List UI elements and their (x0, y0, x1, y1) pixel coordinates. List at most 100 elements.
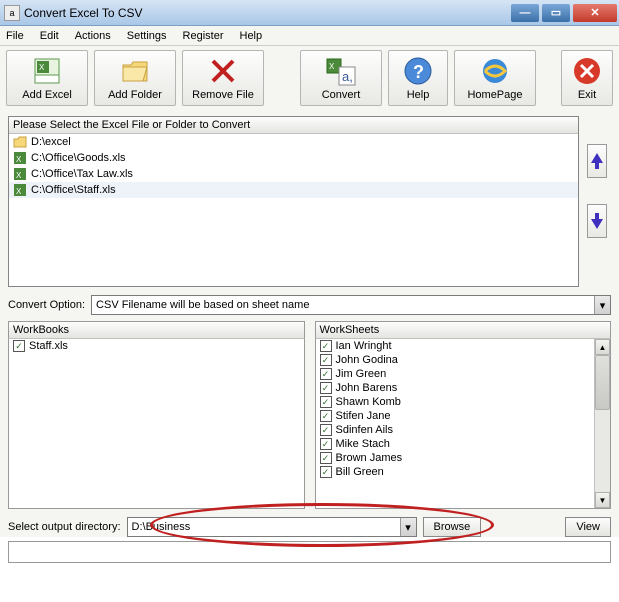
status-bar (8, 541, 611, 563)
workbooks-list[interactable]: ✓ Staff.xls (8, 339, 305, 509)
file-path: C:\Office\Staff.xls (31, 184, 116, 196)
worksheet-item[interactable]: ✓ Jim Green (316, 367, 611, 381)
output-label: Select output directory: (8, 521, 121, 533)
output-row: Select output directory: D:\Business ▾ B… (0, 511, 619, 537)
window-controls: — ▭ ✕ (511, 4, 617, 22)
title-bar: a Convert Excel To CSV — ▭ ✕ (0, 0, 619, 26)
file-list-header: Please Select the Excel File or Folder t… (9, 117, 578, 134)
checkbox-checked-icon[interactable]: ✓ (13, 340, 25, 352)
worksheet-item[interactable]: ✓ John Barens (316, 381, 611, 395)
worksheet-item[interactable]: ✓Shawn Komb (316, 395, 611, 409)
menu-help[interactable]: Help (238, 28, 265, 44)
checkbox-checked-icon[interactable]: ✓ (320, 452, 332, 464)
menu-file[interactable]: File (4, 28, 26, 44)
menu-actions[interactable]: Actions (73, 28, 113, 44)
scroll-down-icon[interactable]: ▼ (595, 492, 610, 508)
chevron-down-icon: ▾ (594, 296, 610, 314)
file-row[interactable]: D:\excel (9, 134, 578, 150)
scrollbar[interactable]: ▲ ▼ (594, 339, 610, 508)
reorder-arrows (587, 144, 607, 238)
remove-file-button[interactable]: Remove File (182, 50, 264, 106)
svg-text:?: ? (413, 62, 424, 82)
xls-small-icon: X (13, 167, 27, 181)
folder-icon (119, 55, 151, 87)
main-area: Please Select the Excel File or Folder t… (0, 110, 619, 511)
move-down-button[interactable] (587, 204, 607, 238)
menu-settings[interactable]: Settings (125, 28, 169, 44)
worksheet-item[interactable]: ✓ Bill Green (316, 465, 611, 479)
output-path-combo[interactable]: D:\Business ▾ (127, 517, 417, 537)
convert-option-row: Convert Option: CSV Filename will be bas… (8, 295, 611, 315)
app-icon: a (4, 5, 20, 21)
file-row[interactable]: X C:\Office\Tax Law.xls (9, 166, 578, 182)
svg-text:X: X (16, 187, 22, 196)
add-folder-button[interactable]: Add Folder (94, 50, 176, 106)
browse-button[interactable]: Browse (423, 517, 482, 537)
checkbox-checked-icon[interactable]: ✓ (320, 466, 332, 478)
worksheet-item[interactable]: ✓ John Godina (316, 353, 611, 367)
worksheet-label: Sdinfen Ails (336, 424, 393, 436)
worksheet-label: John Godina (336, 354, 398, 366)
worksheet-item[interactable]: ✓ Sdinfen Ails (316, 423, 611, 437)
maximize-button[interactable]: ▭ (542, 4, 570, 22)
toolbar-label: HomePage (467, 89, 522, 101)
view-button[interactable]: View (565, 517, 611, 537)
minimize-button[interactable]: — (511, 4, 539, 22)
help-icon: ? (402, 55, 434, 87)
worksheet-item[interactable]: ✓ Brown James (316, 451, 611, 465)
checkbox-checked-icon[interactable]: ✓ (320, 340, 332, 352)
file-list[interactable]: D:\excel X C:\Office\Goods.xls X C:\Offi… (9, 134, 578, 286)
toolbar: X Add Excel Add Folder Remove File Xa, C… (0, 46, 619, 110)
menu-register[interactable]: Register (181, 28, 226, 44)
menu-bar: File Edit Actions Settings Register Help (0, 26, 619, 46)
file-path: C:\Office\Goods.xls (31, 152, 126, 164)
checkbox-checked-icon[interactable]: ✓ (320, 438, 332, 450)
worksheet-item[interactable]: ✓ Stifen Jane (316, 409, 611, 423)
move-up-button[interactable] (587, 144, 607, 178)
file-row[interactable]: X C:\Office\Staff.xls (9, 182, 578, 198)
help-button[interactable]: ? Help (388, 50, 448, 106)
convert-option-label: Convert Option: (8, 299, 85, 311)
worksheet-label: Bill Green (336, 466, 384, 478)
worksheet-label: Brown James (336, 452, 403, 464)
toolbar-label: Exit (578, 89, 596, 101)
file-list-panel: Please Select the Excel File or Folder t… (8, 116, 579, 287)
workbook-label: Staff.xls (29, 340, 68, 352)
scroll-thumb[interactable] (595, 355, 610, 410)
close-button[interactable]: ✕ (573, 4, 617, 22)
lists-row: WorkBooks ✓ Staff.xls WorkSheets ✓Ian Wr… (8, 321, 611, 509)
worksheet-label: Mike Stach (336, 438, 390, 450)
convert-button[interactable]: Xa, Convert (300, 50, 382, 106)
checkbox-checked-icon[interactable]: ✓ (320, 396, 332, 408)
file-row[interactable]: X C:\Office\Goods.xls (9, 150, 578, 166)
svg-text:a,: a, (342, 69, 353, 84)
xls-small-icon: X (13, 183, 27, 197)
menu-edit[interactable]: Edit (38, 28, 61, 44)
checkbox-checked-icon[interactable]: ✓ (320, 354, 332, 366)
chevron-down-icon: ▾ (400, 518, 416, 536)
worksheet-label: Jim Green (336, 368, 387, 380)
worksheet-label: Stifen Jane (336, 410, 391, 422)
worksheet-item[interactable]: ✓ Mike Stach (316, 437, 611, 451)
add-excel-button[interactable]: X Add Excel (6, 50, 88, 106)
output-path: D:\Business (132, 521, 191, 533)
toolbar-label: Add Excel (22, 89, 72, 101)
worksheets-list[interactable]: ✓Ian Wringht✓John Godina✓Jim Green✓John … (315, 339, 612, 509)
checkbox-checked-icon[interactable]: ✓ (320, 382, 332, 394)
scroll-up-icon[interactable]: ▲ (595, 339, 610, 355)
file-path: D:\excel (31, 136, 71, 148)
toolbar-label: Add Folder (108, 89, 162, 101)
toolbar-label: Convert (322, 89, 361, 101)
workbook-item[interactable]: ✓ Staff.xls (9, 339, 304, 353)
homepage-button[interactable]: HomePage (454, 50, 536, 106)
checkbox-checked-icon[interactable]: ✓ (320, 424, 332, 436)
exit-button[interactable]: Exit (561, 50, 613, 106)
worksheet-label: John Barens (336, 382, 398, 394)
checkbox-checked-icon[interactable]: ✓ (320, 410, 332, 422)
checkbox-checked-icon[interactable]: ✓ (320, 368, 332, 380)
convert-option-combo[interactable]: CSV Filename will be based on sheet name… (91, 295, 611, 315)
worksheet-item[interactable]: ✓Ian Wringht (316, 339, 611, 353)
convert-icon: Xa, (325, 55, 357, 87)
svg-text:X: X (16, 171, 22, 180)
svg-text:X: X (16, 155, 22, 164)
